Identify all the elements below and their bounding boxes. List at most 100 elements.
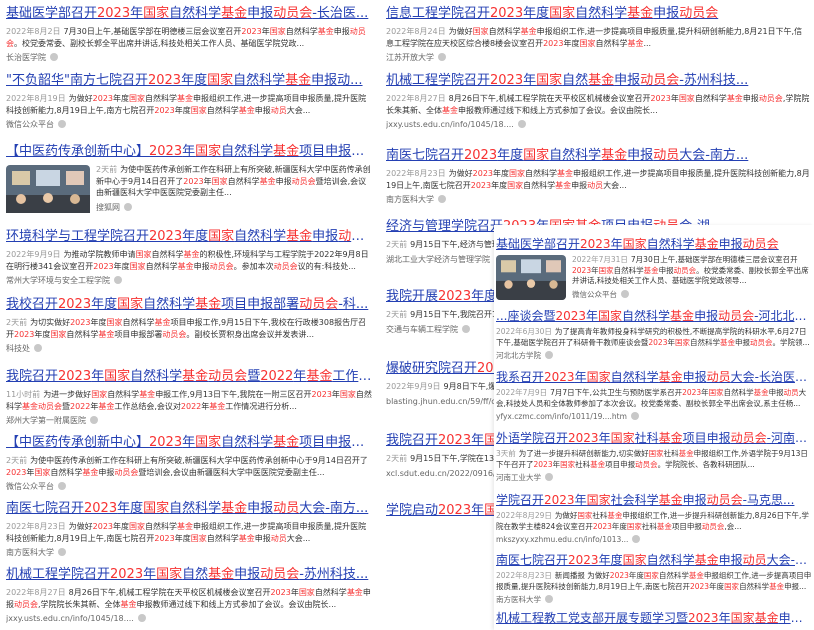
search-result: 【中医药传承创新中心】2023年国家自然科学基金项目申报动... 2天前 为使中医药… xyxy=(6,143,374,213)
result-source[interactable]: yfyx.czmc.com/info/1011/19....htm xyxy=(496,411,812,422)
result-title-link[interactable]: 【中医药传承创新中心】2023年国家自然科学基金项目申报动... xyxy=(6,143,374,160)
meeting-photo xyxy=(6,165,90,213)
result-source[interactable]: 河南工业大学 xyxy=(496,472,812,483)
result-title-link[interactable]: 信息工程学院召开2023年度国家自然科学基金申报动员会 xyxy=(386,5,810,22)
source-info-icon[interactable] xyxy=(438,53,446,61)
result-source[interactable]: 河北北方学院 xyxy=(496,350,812,361)
search-result: 基础医学部召开2023年国家自然科学基金申报动员会 2022年7月31日 7月30日… xyxy=(496,237,812,300)
result-date: 2天前 xyxy=(386,310,408,319)
source-info-icon[interactable] xyxy=(50,53,58,61)
result-source[interactable]: 长治医学院 xyxy=(6,52,374,63)
result-snippet: 2022年7月9日 7月7日下午,公共卫生与预防医学系召开2023年国家自然科学基… xyxy=(496,388,807,408)
result-title-link[interactable]: 南医七院召开2023年度国家自然科学基金申报动员大会-南方... xyxy=(6,500,374,517)
result-snippet: 2天前 为使中医药传承创新工作在科研上有所突破,新疆医科大学中医药传承创新中心于9… xyxy=(6,456,368,477)
result-date: 2022年8月24日 xyxy=(386,27,446,36)
result-title-link[interactable]: 环境科学与工程学院召开2023年度国家自然科学基金申报动员会 xyxy=(6,228,374,245)
overlay-results-panel: 基础医学部召开2023年国家自然科学基金申报动员会 2022年7月31日 7月30日… xyxy=(494,225,814,630)
result-snippet: 2022年8月23日 为做好2023年度国家自然科学基金申报组织工作,进一步提高项… xyxy=(386,169,810,190)
search-result: "不负韶华"南方七院召开2023年度国家自然科学基金申报动... 2022年8月1… xyxy=(6,72,374,130)
result-title-link[interactable]: 基础医学部召开2023年国家自然科学基金申报动员会 xyxy=(496,237,812,252)
result-source[interactable]: jxxy.usts.edu.cn/info/1045/18.... xyxy=(6,613,374,624)
result-date: 2022年8月27日 xyxy=(386,94,446,103)
source-info-icon[interactable] xyxy=(462,324,470,333)
search-result: 外语学院召开2023年国家社科基金项目申报动员会-河南工业... 3天前为了进一步… xyxy=(496,431,812,483)
source-info-icon[interactable] xyxy=(58,548,66,556)
result-date: 2022年7月9日 xyxy=(496,388,548,397)
result-date: 2022年8月2日 xyxy=(6,27,61,36)
result-title-link[interactable]: 我院召开2023年国家自然科学基金动员会暨2022年基金工作总... xyxy=(6,368,374,385)
search-result: 环境科学与工程学院召开2023年度国家自然科学基金申报动员会 2022年9月9日为… xyxy=(6,228,374,286)
search-result: 我校召开2023年度国家自然科学基金项目申报部署动员会-科... 2天前 为切实做好… xyxy=(6,296,374,354)
result-thumbnail[interactable] xyxy=(6,165,90,213)
search-result: 南医七院召开2023年度国家自然科学基金申报动员大会-南方... 2022年8月2… xyxy=(6,500,374,558)
search-result: ...座谈会暨2023年国家自然科学基金申报动员会-河北北方学院 2022年6月3… xyxy=(496,309,812,361)
search-result: 机械工程教工党支部开展专题学习暨2023年国家基金申报动员会 xyxy=(496,611,812,626)
result-title-link[interactable]: 南医七院召开2023年度国家自然科学基金申报动员大会-南方... xyxy=(496,553,812,568)
result-date: 2天前 xyxy=(386,454,408,463)
result-source[interactable]: 郑州大学第一附属医院 xyxy=(6,415,374,426)
result-snippet: 3天前 为了进一步提升科研创新能力,切实做好国家社科基金申报组织工作,外语学院于9… xyxy=(496,449,808,469)
result-source[interactable]: 微信公众平台 xyxy=(6,481,374,492)
result-source[interactable]: 南方医科大学 xyxy=(386,194,810,205)
source-info-icon[interactable] xyxy=(545,595,553,603)
result-title-link[interactable]: 我系召开2023年国家自然科学基金申报动员大会-长治医学院... xyxy=(496,370,812,385)
result-snippet: 2天前 为使中医药传承创新工作在科研上有所突破,新疆医科大学中医药传承创新中心于9… xyxy=(96,165,371,197)
result-title-link[interactable]: 外语学院召开2023年国家社科基金项目申报动员会-河南工业... xyxy=(496,431,812,446)
result-title-link[interactable]: 机械工程学院召开2023年国家自然基金申报动员会-苏州科技... xyxy=(6,566,374,583)
result-title-link[interactable]: 我校召开2023年度国家自然科学基金项目申报部署动员会-科... xyxy=(6,296,374,313)
source-info-icon[interactable] xyxy=(58,120,66,128)
result-snippet: 2022年8月23日 为做好2023年度国家自然科学基金申报组织工作,进一步提高项… xyxy=(6,522,367,543)
source-info-icon[interactable] xyxy=(545,473,553,481)
result-title-link[interactable]: 机械工程学院召开2023年国家自然基金申报动员会-苏州科技... xyxy=(386,72,810,89)
result-title-link[interactable]: "不负韶华"南方七院召开2023年度国家自然科学基金申报动... xyxy=(6,72,374,89)
source-info-icon[interactable] xyxy=(137,614,146,622)
search-result: 【中医药传承创新中心】2023年国家自然科学基金项目申报动... 2天前 为使中医药… xyxy=(6,434,374,492)
result-source[interactable]: 常州大学环境与安全工程学院 xyxy=(6,275,374,286)
result-source[interactable]: mkszyxy.xzhmu.edu.cn/info/1013... xyxy=(496,534,812,545)
source-info-icon[interactable] xyxy=(632,535,641,543)
source-info-icon[interactable] xyxy=(114,276,122,284)
result-source[interactable]: 微信公众平台 xyxy=(572,289,812,300)
result-date: 2天前 xyxy=(96,165,118,174)
source-info-icon[interactable] xyxy=(517,120,526,128)
result-date: 2天前 xyxy=(6,318,28,327)
result-date: 2天前 xyxy=(386,240,408,249)
result-date: 2022年9月9日 xyxy=(6,250,61,259)
search-result: 南医七院召开2023年度国家自然科学基金申报动员大会-南方... 2022年8月2… xyxy=(496,553,812,605)
search-result: 信息工程学院召开2023年度国家自然科学基金申报动员会 2022年8月24日 为做好… xyxy=(386,5,810,63)
result-snippet: 2022年8月27日 8月26日下午,机械工程学院在天平校区机械楼会议室召开202… xyxy=(386,94,810,115)
result-title-link[interactable]: 南医七院召开2023年度国家自然科学基金申报动员大会-南方... xyxy=(386,147,810,164)
result-date: 2022年8月23日 xyxy=(6,522,66,531)
source-info-icon[interactable] xyxy=(438,195,446,203)
result-snippet: 2022年8月2日 7月30日上午,基础医学部在明德楼三层会议室召开2023年国家… xyxy=(6,27,366,48)
result-snippet: 11小时前 为进一步做好国家自然科学基金申报工作,9月13日下午,我院在一附三区召… xyxy=(6,390,372,411)
result-source[interactable]: 江苏开放大学 xyxy=(386,52,810,63)
result-title-link[interactable]: 机械工程教工党支部开展专题学习暨2023年国家基金申报动员会 xyxy=(496,611,812,626)
source-info-icon[interactable] xyxy=(124,202,132,211)
result-date: 2022年8月29日 xyxy=(496,511,552,520)
search-result: 机械工程学院召开2023年国家自然基金申报动员会-苏州科技... 2022年8月2… xyxy=(6,566,374,624)
result-source[interactable]: 南方医科大学 xyxy=(6,547,374,558)
source-info-icon[interactable] xyxy=(90,416,98,424)
result-thumbnail[interactable] xyxy=(496,255,566,300)
result-source[interactable]: 南方医科大学 xyxy=(496,594,812,605)
result-date: 2022年8月19日 xyxy=(6,94,66,103)
source-info-icon[interactable] xyxy=(630,412,639,420)
source-info-icon[interactable] xyxy=(58,482,66,490)
source-info-icon[interactable] xyxy=(621,289,629,298)
result-date: 2022年9月9日 xyxy=(386,382,441,391)
result-snippet: 2022年9月9日 为推动学院教师申请国家自然科学基金的积极性,环境科学与工程学院… xyxy=(6,250,369,271)
search-result: 南医七院召开2023年度国家自然科学基金申报动员大会-南方... 2022年8月2… xyxy=(386,147,810,205)
result-title-link[interactable]: 基础医学部召开2023年国家自然科学基金申报动员会-长治医... xyxy=(6,5,374,22)
result-source[interactable]: 微信公众平台 xyxy=(6,119,374,130)
search-result: 学院召开2023年国家社会科学基金申报动员会-马克思... 2022年8月29日为… xyxy=(496,493,812,545)
result-title-link[interactable]: 【中医药传承创新中心】2023年国家自然科学基金项目申报动... xyxy=(6,434,374,451)
source-info-icon[interactable] xyxy=(34,344,42,352)
source-info-icon[interactable] xyxy=(545,351,553,359)
result-source[interactable]: 搜狐网 xyxy=(96,202,374,213)
result-snippet: 2022年6月30日 为了提高青年教师投身科学研究的积极性,不断提高学院的科研水平… xyxy=(496,327,810,347)
result-source[interactable]: 科技处 xyxy=(6,343,374,354)
result-title-link[interactable]: 学院召开2023年国家社会科学基金申报动员会-马克思... xyxy=(496,493,812,508)
result-title-link[interactable]: ...座谈会暨2023年国家自然科学基金申报动员会-河北北方学院 xyxy=(496,309,812,324)
result-source[interactable]: jxxy.usts.edu.cn/info/1045/18.... xyxy=(386,119,810,130)
